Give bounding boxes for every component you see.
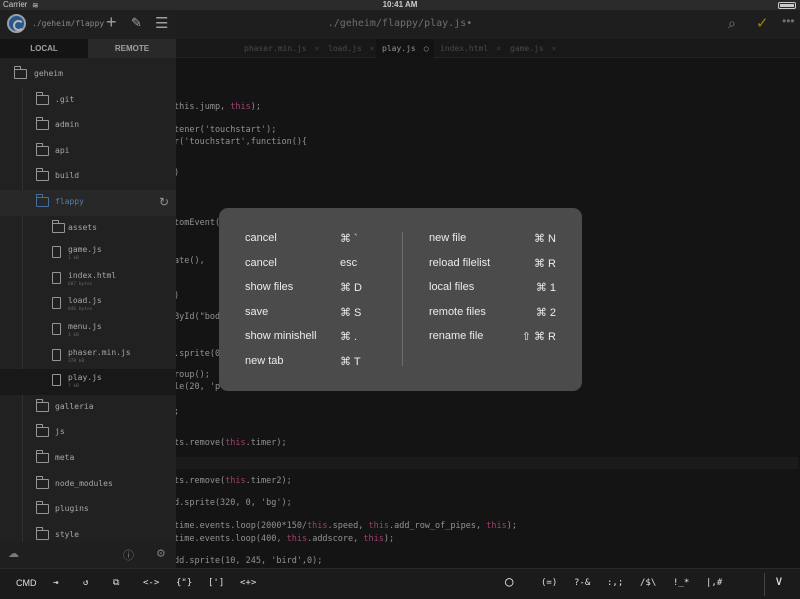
shortcut-label: cancel — [245, 256, 277, 269]
cmd-key[interactable]: CMD — [16, 578, 37, 588]
angle-key[interactable]: <+> — [240, 578, 256, 588]
undo-key[interactable]: ↺ — [83, 578, 88, 588]
braces-key[interactable]: {"} — [176, 578, 192, 588]
brackets-key[interactable]: ['] — [208, 578, 224, 588]
dismiss-keyboard-icon[interactable]: ∨ — [775, 574, 783, 589]
arrows-key[interactable]: <-> — [143, 578, 159, 588]
divider — [402, 232, 403, 366]
symbol-key[interactable]: (=) — [541, 578, 557, 588]
clock: 10:41 AM — [382, 0, 418, 9]
shortcut-label: save — [245, 305, 269, 318]
divider — [764, 573, 765, 596]
battery-icon — [778, 2, 796, 9]
shortcut-key: ⌘ S — [340, 306, 362, 319]
shortcut-key: ⌘ D — [340, 282, 362, 295]
shortcut-key: ⌘ T — [340, 356, 361, 368]
shortcut-label: new file — [429, 232, 467, 244]
symbol-key[interactable]: !_* — [673, 578, 689, 588]
shortcut-key: ⌘ R — [534, 257, 556, 270]
status-bar: Carrier ≋ 10:41 AM — [0, 0, 800, 10]
shortcut-key: ⌘ N — [534, 233, 556, 245]
shortcut-key: ⌘ ` — [340, 233, 358, 245]
symbol-key[interactable]: ?-& — [574, 578, 590, 588]
shortcut-label: cancel — [245, 232, 277, 244]
shortcut-key: esc — [340, 256, 358, 269]
symbol-key[interactable]: :,; — [607, 578, 623, 588]
keyboard-shortcuts-panel: cancel ⌘ ` cancel esc show files ⌘ D save ⌘ S sh… — [219, 208, 582, 391]
circle-key[interactable]: ○ — [505, 574, 513, 590]
shortcut-label: show minishell — [245, 330, 317, 343]
copy-key[interactable]: ⧉ — [113, 578, 119, 588]
shortcut-label: rename file — [429, 330, 484, 343]
shortcut-key: ⌘ 1 — [535, 282, 556, 295]
symbol-key[interactable]: /$\ — [640, 578, 656, 588]
shortcut-key: ⌘ . — [340, 331, 358, 344]
keyboard-accessory-bar: CMD ⇥ ↺ ⧉ <-> {"} ['] <+> ○ (=) ?-&:,; /$\ !_* |,# ∨ — [0, 568, 800, 599]
shortcut-label: local files — [429, 281, 475, 294]
shortcut-label: new tab — [245, 355, 284, 367]
shortcut-label: show files — [245, 281, 294, 294]
shortcut-label: remote files — [429, 305, 486, 318]
symbol-key[interactable]: |,# — [706, 578, 722, 588]
shortcut-key: ⌘ 2 — [535, 306, 556, 319]
tab-key[interactable]: ⇥ — [53, 578, 58, 588]
shortcut-key: ⇧ ⌘ R — [521, 331, 556, 344]
shortcut-label: reload filelist — [429, 256, 491, 269]
